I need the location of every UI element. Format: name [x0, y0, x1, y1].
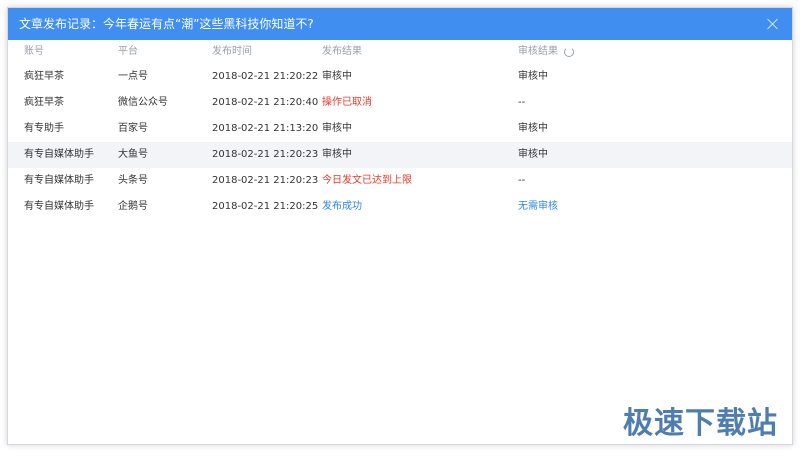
- cell-review-result: 无需审核: [518, 201, 558, 212]
- cell-review-result: 审核中: [518, 149, 548, 160]
- cell-platform: 百家号: [118, 123, 148, 134]
- cell-review-result: 审核中: [518, 123, 548, 134]
- cell-account: 有专自媒体助手: [24, 149, 94, 160]
- cell-publish-result: 审核中: [322, 71, 352, 82]
- cell-platform: 企鹅号: [118, 201, 148, 212]
- header-publish-result: 发布结果: [322, 46, 362, 57]
- cell-account: 有专自媒体助手: [24, 175, 94, 186]
- site-watermark-logo: 极速下载站: [623, 406, 778, 441]
- header-review-result: 审核结果: [518, 46, 558, 57]
- cell-publish-result: 发布成功: [322, 201, 362, 212]
- cell-publish-time: 2018-02-21 21:20:22: [212, 71, 319, 82]
- table-row[interactable]: 疯狂早茶 微信公众号 2018-02-21 21:20:40 操作已取消 --: [8, 90, 792, 116]
- table-row[interactable]: 有专助手 百家号 2018-02-21 21:13:20 审核中 审核中: [8, 116, 792, 142]
- cell-publish-result: 审核中: [322, 149, 352, 160]
- table-row[interactable]: 有专自媒体助手 企鹅号 2018-02-21 21:20:25 发布成功 无需审…: [8, 194, 792, 220]
- cell-publish-result: 审核中: [322, 123, 352, 134]
- cell-platform: 头条号: [118, 175, 148, 186]
- cell-account: 疯狂早茶: [24, 71, 64, 82]
- table-row-highlighted[interactable]: 有专自媒体助手 大鱼号 2018-02-21 21:20:23 审核中 审核中: [8, 142, 792, 168]
- header-account: 账号: [24, 46, 44, 57]
- refresh-icon[interactable]: [564, 47, 574, 57]
- header-publish-time: 发布时间: [212, 46, 252, 57]
- publish-record-table: 账号 平台 发布时间 发布结果 审核结果 疯狂早茶 一点号 2018-02-21…: [8, 40, 792, 220]
- cell-publish-result: 今日发文已达到上限: [322, 175, 412, 186]
- cell-publish-result: 操作已取消: [322, 97, 372, 108]
- cell-review-result: --: [518, 175, 526, 186]
- cell-publish-time: 2018-02-21 21:20:23: [212, 175, 319, 186]
- cell-platform: 一点号: [118, 71, 148, 82]
- cell-review-result: 审核中: [518, 71, 548, 82]
- publish-record-dialog: 文章发布记录：今年春运有点“潮”这些黑科技你知道不? 账号 平台 发布时间 发布…: [7, 7, 793, 445]
- table-row[interactable]: 疯狂早茶 一点号 2018-02-21 21:20:22 审核中 审核中: [8, 64, 792, 90]
- dialog-titlebar: 文章发布记录：今年春运有点“潮”这些黑科技你知道不?: [8, 8, 792, 40]
- table-header: 账号 平台 发布时间 发布结果 审核结果: [8, 40, 792, 64]
- dialog-title: 文章发布记录：今年春运有点“潮”这些黑科技你知道不?: [19, 17, 314, 31]
- cell-platform: 微信公众号: [118, 97, 168, 108]
- cell-publish-time: 2018-02-21 21:13:20: [212, 123, 319, 134]
- cell-publish-time: 2018-02-21 21:20:23: [212, 149, 319, 160]
- header-platform: 平台: [118, 46, 138, 57]
- close-icon[interactable]: [766, 17, 780, 31]
- cell-account: 有专自媒体助手: [24, 201, 94, 212]
- cell-review-result: --: [518, 97, 526, 108]
- cell-publish-time: 2018-02-21 21:20:40: [212, 97, 319, 108]
- cell-account: 有专助手: [24, 123, 64, 134]
- table-row[interactable]: 有专自媒体助手 头条号 2018-02-21 21:20:23 今日发文已达到上…: [8, 168, 792, 194]
- cell-platform: 大鱼号: [118, 149, 148, 160]
- cell-publish-time: 2018-02-21 21:20:25: [212, 201, 319, 212]
- cell-account: 疯狂早茶: [24, 97, 64, 108]
